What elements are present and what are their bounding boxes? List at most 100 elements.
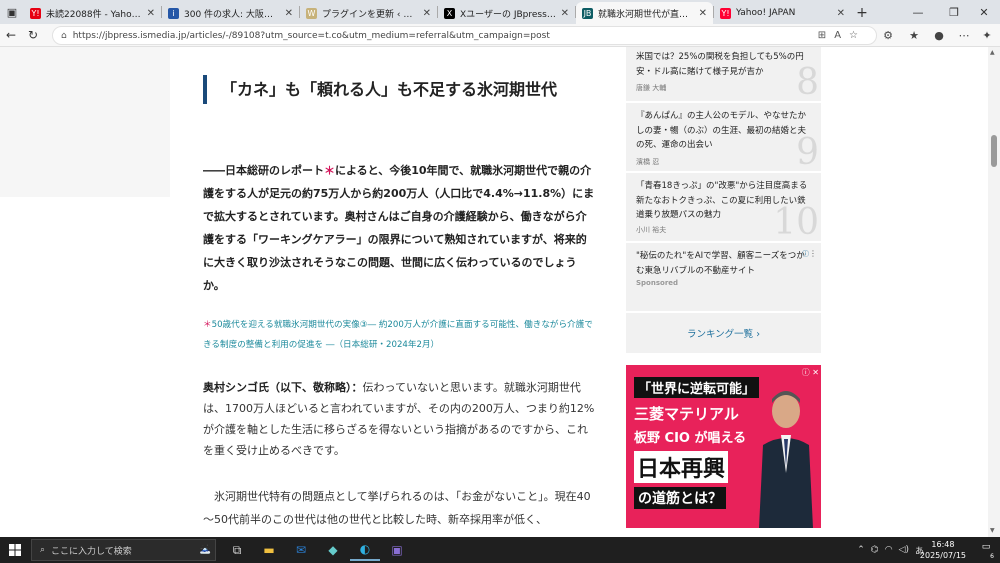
taskbar: ⌕ ここに入力して検索 🗻 ⧉ ▬ ✉ ◆ ◐ ▣ ⌃ ⌬ ◠ ◁) あ 16:… <box>0 537 1000 563</box>
close-window-icon[interactable]: ✕ <box>966 0 1000 24</box>
ranking-title: 『あんぱん』の主人公のモデル、やなせたかしの妻・暢（のぶ）の生涯、最初の結婚と夫… <box>636 111 807 150</box>
clock-date: 2025/07/15 <box>919 551 966 560</box>
tab-close-icon[interactable]: ✕ <box>699 8 707 19</box>
scroll-down-icon[interactable]: ▼ <box>990 527 995 534</box>
tab-strip: ▣ Y! 未読22088件 - Yahoo!メール ✕ i 300 件の求人: 大阪府 … <box>0 0 1000 24</box>
network-icon[interactable]: ⌬ <box>871 545 879 555</box>
outlook-icon[interactable]: ✉ <box>286 539 316 561</box>
left-gutter <box>0 47 170 537</box>
search-highlight-icon: 🗻 <box>199 545 211 555</box>
ad-banner[interactable]: ⓘ ✕ 「世界に逆転可能」 三菱マテリアル 板野 CIO が唱える 日本再興 の… <box>626 365 821 528</box>
left-placeholder <box>0 47 170 197</box>
wifi-icon[interactable]: ◠ <box>885 545 893 555</box>
footnote-marker: ＊ <box>203 320 212 330</box>
ad-line-5: の道筋とは？ <box>634 487 726 509</box>
site-info-icon[interactable]: ⌂ <box>61 31 67 41</box>
ad-line-2: 三菱マテリアル <box>634 405 739 423</box>
ad-info-icon[interactable]: ⓘ <box>802 249 809 259</box>
tab-close-icon[interactable]: ✕ <box>837 8 845 19</box>
section-heading: 「カネ」も「頼れる人」も不足する氷河期世代 <box>203 75 593 104</box>
windows-start-icon[interactable] <box>0 537 30 563</box>
back-icon[interactable]: ← <box>0 24 22 46</box>
ranking-list-button[interactable]: ランキング一覧 › <box>626 313 821 353</box>
ranking-item[interactable]: 『あんぱん』の主人公のモデル、やなせたかしの妻・暢（のぶ）の生涯、最初の結婚と夫… <box>626 103 821 171</box>
ranking-item[interactable]: 「青春18きっぷ」の"改悪"から注目度高まる新たなおトクきっぷ、この夏に利用した… <box>626 173 821 241</box>
read-aloud-icon[interactable]: A <box>834 30 841 41</box>
ranking-title: 米国では？25%の関税を負担しても5%の円安・ドル高に賭けて様子見が吉か <box>636 52 804 77</box>
answer-paragraph: 奥村シンゴ氏（以下、敬称略）：伝わっていないと思います。就職氷河期世代は、170… <box>203 377 595 461</box>
url-field[interactable]: ⌂ https://jbpress.ismedia.jp/articles/-/… <box>52 26 877 45</box>
tab-favicon-icon: JB <box>582 7 593 19</box>
ad-menu-icon[interactable]: ⋮ <box>809 249 817 258</box>
footnote-link[interactable]: ＊50歳代を迎える就職氷河期世代の実像③― 約200万人が介護に直面する可能性、… <box>203 315 595 355</box>
tab-favicon-icon: X <box>444 7 455 19</box>
clock-time: 16:48 <box>931 540 955 549</box>
tab-actions-icon[interactable]: ▣ <box>0 0 24 24</box>
sponsored-label: Sponsored <box>636 279 679 287</box>
ranking-item[interactable]: 米国では？25%の関税を負担しても5%の円安・ドル高に賭けて様子見が吉か 唐鎌 … <box>626 47 821 101</box>
tab-title: 未読22088件 - Yahoo!メール <box>46 9 143 20</box>
page-viewport: 「カネ」も「頼れる人」も不足する氷河期世代 ――日本総研のレポート＊によると、今… <box>0 47 988 537</box>
tab-close-icon[interactable]: ✕ <box>423 8 431 19</box>
browser-tab[interactable]: JB 就職氷河期世代が直面する介 ✕ <box>576 2 713 24</box>
search-placeholder: ここに入力して検索 <box>51 546 132 557</box>
footnote-marker: ＊ <box>324 164 335 177</box>
file-explorer-icon[interactable]: ▬ <box>254 539 284 561</box>
ad-person-image <box>759 391 813 528</box>
tab-title: 就職氷河期世代が直面する介 <box>598 9 695 20</box>
favorites-icon[interactable]: ★ <box>903 24 925 46</box>
ranking-author: 濱橋 忍 <box>636 158 660 166</box>
notification-icon[interactable]: ▭ 6 <box>978 542 994 560</box>
tab-title: Xユーザーの JBpress（ジェイビー） <box>460 9 557 20</box>
tab-favicon-icon: Y! <box>720 7 731 19</box>
browser-tab[interactable]: W プラグインを更新 ‹ よしてよせてのの ✕ <box>300 2 437 24</box>
browser-tab[interactable]: i 300 件の求人: 大阪府 大阪市 ✕ <box>162 2 299 24</box>
ad-info-icon[interactable]: ⓘ ✕ <box>802 367 819 378</box>
teams-icon[interactable]: ▣ <box>382 539 412 561</box>
profile-avatar[interactable]: ● <box>928 24 950 46</box>
volume-icon[interactable]: ◁) <box>899 545 909 555</box>
ad-line-4: 日本再興 <box>634 451 729 483</box>
scroll-up-icon[interactable]: ▲ <box>990 49 995 56</box>
sponsored-item[interactable]: "秘伝のたれ"をAIで学習、顧客ニーズをつかむ東急リバブルの不動産サイト Spo… <box>626 243 821 311</box>
tab-close-icon[interactable]: ✕ <box>285 8 293 19</box>
ranking-number: 9 <box>796 132 819 171</box>
copilot-icon[interactable]: ✦ <box>976 24 998 46</box>
clock[interactable]: 16:48 2025/07/15 <box>920 539 966 561</box>
favorite-star-icon[interactable]: ☆ <box>849 30 858 41</box>
interviewer-question: ――日本総研のレポート＊によると、今後10年間で、就職氷河期世代で親の介護をする… <box>203 159 595 297</box>
ad-line-3: 板野 CIO が唱える <box>634 431 747 446</box>
notification-count: 6 <box>990 553 994 560</box>
photos-icon[interactable]: ◆ <box>318 539 348 561</box>
url-text: https://jbpress.ismedia.jp/articles/-/89… <box>72 30 550 41</box>
new-tab-button[interactable]: + <box>851 2 873 24</box>
ranking-author: 唐鎌 大輔 <box>636 84 667 92</box>
extensions-icon[interactable]: ⚙ <box>877 24 899 46</box>
edge-browser-icon[interactable]: ◐ <box>350 539 380 561</box>
sponsored-title: "秘伝のたれ"をAIで学習、顧客ニーズをつかむ東急リバブルの不動産サイト <box>636 251 805 276</box>
ranking-number: 10 <box>773 202 819 241</box>
tab-title: Yahoo! JAPAN <box>736 8 796 18</box>
search-icon: ⌕ <box>40 545 46 555</box>
tab-close-icon[interactable]: ✕ <box>147 8 155 19</box>
body-paragraph: 氷河期世代特有の問題点として挙げられるのは、「お金がないこと」。現在40～50代… <box>203 490 591 526</box>
refresh-icon[interactable]: ↻ <box>22 24 44 46</box>
minimize-icon[interactable]: — <box>900 0 936 24</box>
scrollbar-thumb[interactable] <box>991 135 997 167</box>
lead-text-post: によると、今後10年間で、就職氷河期世代で親の介護をする人が足元の約75万人から… <box>203 164 595 292</box>
tray-chevron-icon[interactable]: ⌃ <box>857 545 865 555</box>
tab-close-icon[interactable]: ✕ <box>561 8 569 19</box>
page-scrollbar[interactable]: ▲ ▼ <box>988 47 1000 537</box>
speaker-label: 奥村シンゴ氏（以下、敬称略）： <box>203 381 363 394</box>
browser-tab[interactable]: X Xユーザーの JBpress（ジェイビー） ✕ <box>438 2 575 24</box>
task-view-icon[interactable]: ⧉ <box>222 539 252 561</box>
ranking-author: 小川 裕夫 <box>636 226 667 234</box>
app-available-icon[interactable]: ⊞ <box>818 30 826 41</box>
tab-title: プラグインを更新 ‹ よしてよせてのの <box>322 9 419 20</box>
browser-tab[interactable]: Y! Yahoo! JAPAN ✕ <box>714 2 851 24</box>
browser-tab[interactable]: Y! 未読22088件 - Yahoo!メール ✕ <box>24 2 161 24</box>
address-toolbar: ← ↻ ⌂ https://jbpress.ismedia.jp/article… <box>0 24 1000 47</box>
taskbar-search-input[interactable]: ⌕ ここに入力して検索 🗻 <box>31 539 216 561</box>
ad-line-1: 「世界に逆転可能」 <box>634 377 760 398</box>
more-menu-icon[interactable]: ⋯ <box>953 24 975 46</box>
